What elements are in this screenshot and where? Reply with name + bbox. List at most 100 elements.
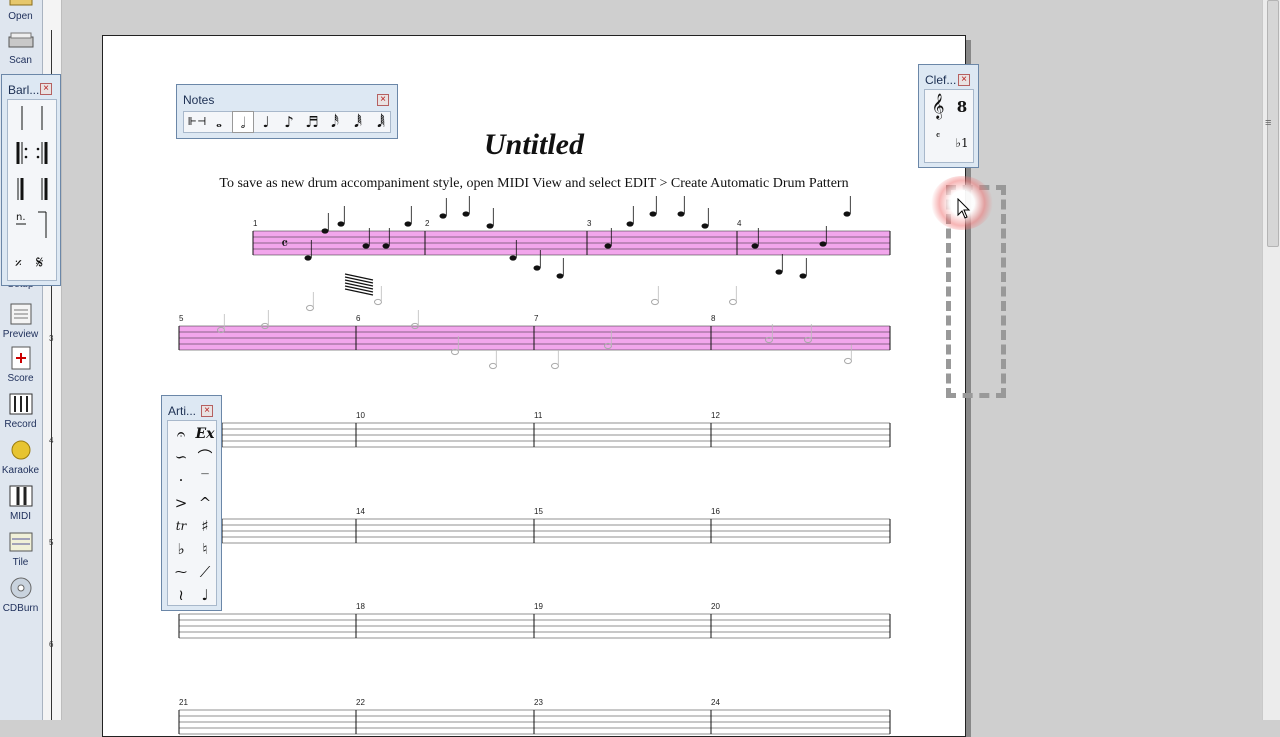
measure-number: 11: [534, 411, 543, 420]
faded-note-head: [729, 298, 737, 306]
note-head[interactable]: [382, 243, 390, 249]
preview-button[interactable]: Preview: [1, 298, 40, 342]
note-head[interactable]: [799, 273, 807, 279]
note-beam: [344, 288, 374, 296]
slide-icon[interactable]: ⟋: [194, 561, 216, 583]
thirty-second-note-icon[interactable]: 𝅘𝅥𝅰: [324, 111, 346, 133]
half-note-icon[interactable]: 𝅗𝅥: [232, 111, 254, 133]
faded-note-head: [844, 357, 852, 365]
expression-icon[interactable]: Ex: [194, 423, 216, 445]
measure-number: 10: [356, 411, 365, 420]
measure-number: 18: [356, 602, 365, 611]
note-head[interactable]: [751, 243, 759, 249]
notes-palette[interactable]: Notes × ⊩⊣ 𝅝 𝅗𝅥 ♩ ♪ ♬ 𝅘𝅥𝅰 𝅘𝅥𝅱 𝅘𝅥𝅲: [176, 84, 398, 139]
staccato-icon[interactable]: ·: [170, 469, 192, 491]
note-head[interactable]: [362, 243, 370, 249]
cdburn-button-label: CDBurn: [2, 603, 39, 614]
clef-palette[interactable]: Clef... × 𝄞 8 𝄴 ♭1: [918, 64, 979, 168]
barlines-palette[interactable]: Barl... × n. 𝄎 𝄋: [1, 74, 61, 286]
measure-number: 21: [179, 698, 188, 707]
note-head[interactable]: [604, 243, 612, 249]
articulations-palette-title: Arti...: [168, 404, 197, 418]
vertical-scrollbar[interactable]: [1262, 0, 1280, 720]
whole-note-icon[interactable]: 𝅝: [208, 111, 230, 133]
mordent-icon[interactable]: ⁓: [170, 561, 192, 583]
tenuto-icon[interactable]: ‾: [194, 469, 216, 491]
record-button[interactable]: Record: [1, 388, 40, 432]
arc-icon[interactable]: ⌒: [194, 446, 216, 468]
mouse-pointer-icon: [957, 198, 971, 219]
close-icon[interactable]: ×: [201, 405, 213, 417]
score-staves[interactable]: 1 2 3 45 6 7 810 11 1214 15 1618 19 2021 22 23 24𝄴: [103, 36, 965, 736]
articulations-palette[interactable]: Arti... × 𝄐 Ex ∽ ⌒ · ‾ > ^ tr ♯ ♭ ♮ ⁓ ⟋ …: [161, 395, 222, 611]
measure-number: 5: [179, 314, 184, 323]
key-signature-icon[interactable]: ♭1: [951, 132, 973, 154]
grace-note-icon[interactable]: ♩: [194, 584, 216, 606]
note-head[interactable]: [819, 241, 827, 247]
record-icon: [9, 393, 32, 415]
articulations-palette-body: 𝄐 Ex ∽ ⌒ · ‾ > ^ tr ♯ ♭ ♮ ⁓ ⟋ ≀ ♩: [167, 420, 217, 606]
fermata-icon[interactable]: 𝄐: [170, 423, 192, 445]
preview-button-label: Preview: [2, 329, 39, 340]
trill-icon[interactable]: tr: [170, 515, 192, 537]
sixteenth-note-icon[interactable]: ♬: [301, 111, 323, 133]
close-icon[interactable]: ×: [40, 83, 52, 95]
marcato-icon[interactable]: ^: [194, 492, 216, 514]
time-signature-icon[interactable]: 8: [951, 96, 973, 118]
eighth-note-icon[interactable]: ♪: [278, 111, 300, 133]
note-head[interactable]: [843, 211, 851, 217]
notes-palette-body: ⊩⊣ 𝅝 𝅗𝅥 ♩ ♪ ♬ 𝅘𝅥𝅰 𝅘𝅥𝅱 𝅘𝅥𝅲: [183, 111, 391, 133]
note-head[interactable]: [775, 269, 783, 275]
cdburn-button[interactable]: CDBurn: [1, 572, 40, 616]
note-head[interactable]: [321, 228, 329, 234]
note-head[interactable]: [626, 221, 634, 227]
close-icon[interactable]: ×: [958, 74, 970, 86]
quarter-note-icon[interactable]: ♩: [255, 111, 277, 133]
note-head[interactable]: [509, 255, 517, 261]
treble-clef-icon[interactable]: 𝄞: [927, 96, 949, 118]
sixty-fourth-note-icon[interactable]: 𝅘𝅥𝅱: [347, 111, 369, 133]
midi-icon: [9, 485, 32, 507]
ruler-number: 4: [49, 436, 54, 445]
tile-button[interactable]: Tile: [1, 526, 40, 570]
scan-button[interactable]: Scan: [1, 24, 40, 68]
measure-number: 15: [534, 507, 543, 516]
note-head[interactable]: [556, 273, 564, 279]
multi-rest-icon[interactable]: ⊩⊣: [186, 111, 208, 133]
ruler-number: 6: [49, 640, 54, 649]
measure-number: 24: [711, 698, 720, 707]
note-head[interactable]: [677, 211, 685, 217]
midi-button[interactable]: MIDI: [1, 480, 40, 524]
score-page[interactable]: Untitled To save as new drum accompanime…: [102, 35, 966, 737]
note-head[interactable]: [701, 223, 709, 229]
faded-note-head: [374, 298, 382, 306]
turn-icon[interactable]: ∽: [170, 446, 192, 468]
note-head[interactable]: [404, 221, 412, 227]
sharp-icon[interactable]: ♯: [194, 515, 216, 537]
note-head[interactable]: [533, 265, 541, 271]
measure-number: 4: [737, 219, 742, 228]
note-head[interactable]: [462, 211, 470, 217]
note-head[interactable]: [337, 221, 345, 227]
close-icon[interactable]: ×: [377, 94, 389, 106]
scanner-icon: [8, 32, 33, 48]
measure-number: 6: [356, 314, 361, 323]
open-button-label: Open: [8, 11, 33, 22]
natural-icon[interactable]: ♮: [194, 538, 216, 560]
note-beam: [344, 273, 374, 281]
faded-note-head: [306, 304, 314, 312]
time-signature-44-icon[interactable]: 𝄴: [927, 132, 949, 154]
measure-number: 19: [534, 602, 543, 611]
note-head[interactable]: [439, 213, 447, 219]
open-button[interactable]: Open: [1, 0, 40, 24]
arpeggio-icon[interactable]: ≀: [170, 584, 192, 606]
flat-icon[interactable]: ♭: [170, 538, 192, 560]
score-button[interactable]: Score: [1, 342, 40, 386]
note-head[interactable]: [649, 211, 657, 217]
hundred-twenty-eighth-note-icon[interactable]: 𝅘𝅥𝅲: [370, 111, 392, 133]
accent-icon[interactable]: >: [170, 492, 192, 514]
note-head[interactable]: [304, 255, 312, 261]
karaoke-button[interactable]: Karaoke: [1, 434, 40, 478]
measure-number: 12: [711, 411, 720, 420]
note-head[interactable]: [486, 223, 494, 229]
